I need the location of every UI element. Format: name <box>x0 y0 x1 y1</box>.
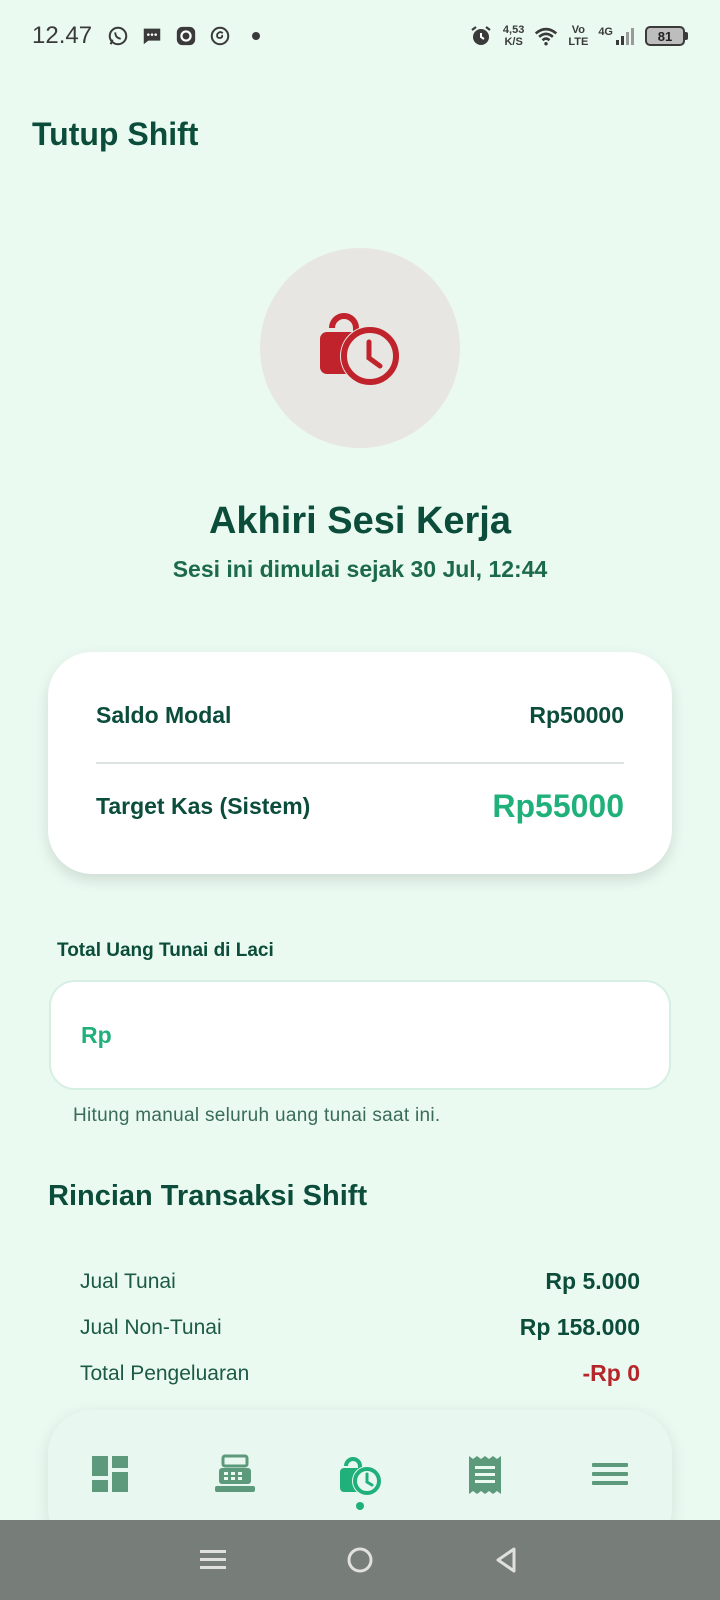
home-icon <box>347 1547 373 1573</box>
signal-bars-icon <box>616 28 634 45</box>
cash-register-icon <box>215 1454 256 1492</box>
system-nav-bar <box>0 1520 720 1600</box>
battery-icon: 81 <box>645 26 688 46</box>
network-speed-value: 4,53 <box>502 24 525 36</box>
notification-dot <box>252 32 261 40</box>
back-button[interactable] <box>487 1540 527 1580</box>
status-bar: 12.47 4,53 K/S Vo LTE 4G 81 <box>0 0 720 72</box>
cash-input-hint: Hitung manual seluruh uang tunai saat in… <box>73 1105 441 1126</box>
network-speed: 4,53 K/S <box>503 24 524 48</box>
alarm-icon <box>469 24 493 48</box>
threads-icon <box>208 24 232 48</box>
receipt-icon <box>468 1456 501 1494</box>
target-cash-label: Target Kas (Sistem) <box>96 793 311 819</box>
nav-cashier[interactable] <box>195 1454 275 1514</box>
transaction-row-noncash-sales: Jual Non-Tunai Rp 158.000 <box>80 1314 640 1341</box>
whatsapp-icon <box>106 24 130 48</box>
opening-balance-label: Saldo Modal <box>96 702 232 728</box>
transaction-value: Rp 5.000 <box>545 1268 640 1294</box>
page-title: Tutup Shift <box>32 116 199 152</box>
recent-apps-icon <box>200 1550 227 1569</box>
home-button[interactable] <box>340 1540 380 1580</box>
chat-bubble-icon <box>140 24 164 48</box>
volte-bottom: LTE <box>568 36 589 48</box>
volte-indicator: Vo LTE <box>568 24 588 48</box>
transaction-value: Rp 158.000 <box>519 1314 640 1340</box>
currency-prefix: Rp <box>81 1021 112 1048</box>
target-cash-row: Target Kas (Sistem) Rp55000 <box>96 788 624 825</box>
cash-amount-input[interactable] <box>117 1005 669 1065</box>
transaction-label: Jual Non-Tunai <box>80 1315 222 1339</box>
dashboard-icon <box>92 1456 129 1492</box>
signal-strength: 4G <box>598 26 635 46</box>
network-speed-unit: K/S <box>504 36 523 48</box>
shift-clock-icon <box>339 1457 382 1496</box>
battery-level: 81 <box>645 26 685 46</box>
session-start-text: Sesi ini dimulai sejak 30 Jul, 12:44 <box>172 556 548 582</box>
nav-history[interactable] <box>445 1454 525 1514</box>
nav-dashboard[interactable] <box>70 1454 150 1514</box>
opening-balance-value: Rp50000 <box>529 702 624 728</box>
active-indicator <box>355 1502 364 1510</box>
summary-card: Saldo Modal Rp50000 Target Kas (Sistem) … <box>48 652 672 874</box>
volte-top: Vo <box>571 24 585 36</box>
app-circle-icon <box>174 24 198 48</box>
status-time: 12.47 <box>32 22 93 49</box>
transactions-title: Rincian Transaksi Shift <box>48 1180 368 1212</box>
hero-badge <box>260 248 460 448</box>
transaction-label: Total Pengeluaran <box>80 1361 250 1385</box>
opening-balance-row: Saldo Modal Rp50000 <box>96 702 624 729</box>
target-cash-value: Rp55000 <box>492 788 624 824</box>
transaction-row-expenses: Total Pengeluaran -Rp 0 <box>80 1360 640 1387</box>
transaction-value: -Rp 0 <box>582 1360 641 1386</box>
hero-title: Akhiri Sesi Kerja <box>208 500 512 542</box>
recent-apps-button[interactable] <box>193 1540 233 1580</box>
cash-input-field[interactable]: Rp <box>49 980 671 1090</box>
divider <box>96 762 624 764</box>
back-icon <box>496 1547 516 1573</box>
wifi-icon <box>534 24 558 48</box>
nav-menu[interactable] <box>570 1454 650 1514</box>
network-type: 4G <box>598 26 613 38</box>
transaction-row-cash-sales: Jual Tunai Rp 5.000 <box>80 1268 640 1295</box>
nav-shift[interactable] <box>320 1454 400 1514</box>
lock-clock-icon <box>320 313 400 386</box>
cash-input-label: Total Uang Tunai di Laci <box>57 940 274 961</box>
transaction-label: Jual Tunai <box>80 1269 176 1293</box>
menu-icon <box>591 1463 628 1485</box>
